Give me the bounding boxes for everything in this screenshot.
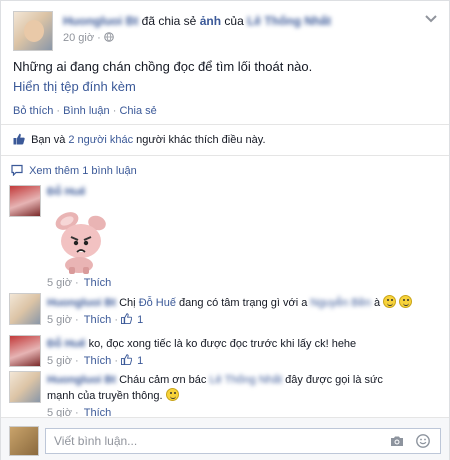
author-avatar[interactable] (13, 11, 53, 51)
unlike-button[interactable]: Bỏ thích (13, 105, 53, 117)
globe-icon (104, 32, 114, 42)
meta-separator: · (97, 32, 101, 44)
mention-link[interactable]: Đỗ Huế (139, 297, 176, 309)
comment-button[interactable]: Bình luận (63, 105, 109, 117)
likes-summary: Bạn và 2 người khác người khác thích điề… (13, 133, 266, 146)
shared-text: đã chia sẻ (141, 14, 197, 28)
comment-text: Chị (119, 297, 136, 309)
likes-suffix: người khác thích điều này. (136, 134, 266, 146)
author-name[interactable]: Huongluoi Bt (63, 14, 138, 28)
comment-input[interactable] (45, 428, 441, 454)
commenter-avatar[interactable] (9, 293, 41, 325)
thumbs-up-icon (121, 313, 133, 324)
comment-like-link[interactable]: Thích (84, 277, 112, 289)
comment-like-count[interactable]: 1 (137, 355, 143, 367)
likes-others-link[interactable]: 2 người khác (68, 134, 133, 146)
smiley-emoji (399, 295, 413, 308)
comment-composer (1, 417, 449, 460)
thumbs-up-icon (121, 354, 133, 365)
thumbs-up-icon (13, 133, 25, 145)
smiley-emoji (165, 388, 179, 401)
comment-text: ko, đọc xong tiếc là ko được đọc trước k… (88, 338, 357, 350)
post-body: Những ai đang chán chồng đọc để tìm lối … (13, 59, 313, 74)
comment-time[interactable]: 5 giờ (47, 314, 72, 326)
view-more-label: Xem thêm 1 bình luận (29, 165, 137, 177)
owner-name[interactable]: Lê Thống Nhất (247, 14, 331, 28)
commenter-name[interactable]: Huongluoi Bt (47, 297, 116, 309)
commenter-avatar[interactable] (9, 371, 41, 403)
post-meta: 20 giờ · (63, 32, 114, 44)
commenter-name[interactable]: Huongluoi Bt (47, 374, 116, 386)
comment-time[interactable]: 5 giờ (47, 277, 72, 289)
comment-like-link[interactable]: Thích (84, 314, 112, 326)
action-dot: · (112, 105, 117, 117)
share-button[interactable]: Chia sẻ (119, 105, 156, 117)
commenter-avatar[interactable] (9, 335, 41, 367)
comment-item: Đỗ Huế ko, đọc xong tiếc là ko được đọc … (9, 335, 439, 367)
post-header: Huongluoi Bt đã chia sẻ ảnh của Lê Thống… (13, 11, 439, 51)
divider (1, 155, 449, 156)
comment-like-link[interactable]: Thích (84, 355, 112, 367)
comment-like-count[interactable]: 1 (137, 314, 143, 326)
comment-item: Huongluoi Bt Chị Đỗ Huế đang có tâm trạn… (9, 293, 439, 329)
chevron-down-icon[interactable] (423, 11, 439, 27)
likes-you-and: Bạn và (31, 134, 66, 146)
attachment-link[interactable]: Hiển thị tệp đính kèm (13, 79, 136, 94)
comment-item: Huongluoi Bt Cháu cảm ơn bác Lê Thống Nh… (9, 371, 439, 419)
commenter-name[interactable]: Đỗ Huế (47, 338, 86, 350)
comment-body: Đỗ Huế (47, 185, 439, 200)
post-time[interactable]: 20 giờ (63, 32, 94, 44)
comment-meta: 5 giờ · Thích · 1 (47, 354, 144, 367)
comment-text: đang có tâm trạng gì với a (179, 297, 308, 309)
smiley-emoji (383, 295, 397, 308)
mention-link[interactable]: Nguyễn Bền (310, 297, 371, 309)
comment-body: Huongluoi Bt Chị Đỗ Huế đang có tâm trạn… (47, 293, 439, 328)
speech-bubble-icon (11, 164, 23, 177)
of-text: của (224, 14, 244, 28)
action-dot: · (56, 105, 61, 117)
rabbit-sticker (55, 212, 106, 274)
comment-time[interactable]: 5 giờ (47, 355, 72, 367)
divider (1, 124, 449, 125)
commenter-avatar[interactable] (9, 185, 41, 217)
commenter-name[interactable]: Đỗ Huế (47, 186, 86, 198)
shared-object-link[interactable]: ảnh (200, 14, 221, 28)
comment-body: Đỗ Huế ko, đọc xong tiếc là ko được đọc … (47, 335, 439, 369)
comment-body: Huongluoi Bt Cháu cảm ơn bác Lê Thống Nh… (47, 371, 439, 421)
camera-icon[interactable] (390, 435, 404, 447)
comment-meta: 5 giờ · Thích · 1 (47, 313, 144, 326)
comment-text: à (374, 297, 381, 309)
comment-text: Cháu cảm ơn bác (119, 374, 207, 386)
post-headline: Huongluoi Bt đã chia sẻ ảnh của Lê Thống… (63, 14, 331, 28)
smiley-icon[interactable] (416, 434, 430, 448)
mention-link[interactable]: Lê Thống Nhất (209, 374, 282, 386)
post-actions: Bỏ thích · Bình luận · Chia sẻ (13, 105, 157, 117)
current-user-avatar[interactable] (9, 426, 39, 456)
post-card: Huongluoi Bt đã chia sẻ ảnh của Lê Thống… (0, 0, 450, 460)
view-more-comments[interactable]: Xem thêm 1 bình luận (11, 164, 137, 177)
comment-item: Đỗ Huế 5 giờ · Thích (9, 185, 439, 289)
comment-meta: 5 giờ · Thích (47, 277, 112, 289)
